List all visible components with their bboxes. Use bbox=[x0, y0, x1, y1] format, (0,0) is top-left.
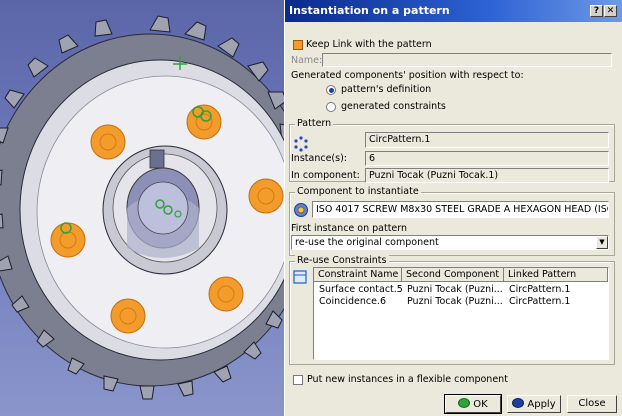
flexible-component-label: Put new instances in a flexible componen… bbox=[307, 374, 508, 385]
instantiation-dialog: Instantiation on a pattern ? ✕ Keep Link… bbox=[284, 0, 622, 416]
ok-icon bbox=[458, 398, 471, 408]
table-row[interactable]: Surface contact.5 bbox=[316, 284, 402, 296]
col-linked-pattern[interactable]: Linked Pattern bbox=[504, 268, 608, 282]
component-icon bbox=[294, 203, 308, 217]
in-component-label: In component: bbox=[291, 170, 360, 181]
component-group-title: Component to instantiate bbox=[295, 186, 421, 197]
ok-button[interactable]: OK bbox=[444, 394, 502, 414]
dialog-title: Instantiation on a pattern bbox=[289, 4, 450, 17]
keep-link-checkbox[interactable] bbox=[293, 40, 303, 50]
gear-model[interactable] bbox=[0, 0, 284, 416]
table-row[interactable]: Puzni Tocak (Puzni... bbox=[404, 284, 504, 296]
chevron-down-icon[interactable]: ▼ bbox=[596, 236, 608, 249]
table-row[interactable]: Puzni Tocak (Puzni... bbox=[404, 296, 504, 308]
close-label: Close bbox=[578, 398, 606, 409]
apply-button[interactable]: Apply bbox=[507, 395, 561, 413]
first-instance-value: re-use the original component bbox=[295, 237, 439, 248]
dialog-title-bar[interactable]: Instantiation on a pattern ? ✕ bbox=[285, 0, 622, 22]
help-button[interactable]: ? bbox=[590, 5, 603, 17]
radio-pattern-definition[interactable] bbox=[326, 85, 336, 95]
close-window-button[interactable]: ✕ bbox=[604, 5, 617, 17]
instances-label: Instance(s): bbox=[291, 153, 347, 164]
bolt-6 bbox=[50, 222, 86, 258]
close-button[interactable]: Close bbox=[567, 395, 617, 413]
pattern-name-field[interactable]: CircPattern.1 bbox=[365, 132, 609, 148]
radio-generated-constraints-label: generated constraints bbox=[341, 101, 446, 112]
table-row[interactable]: CircPattern.1 bbox=[506, 284, 606, 296]
table-row[interactable]: Coincidence.6 bbox=[316, 296, 402, 308]
col-second-component[interactable]: Second Component bbox=[402, 268, 504, 282]
in-component-field: Puzni Tocak (Puzni Tocak.1) bbox=[365, 168, 609, 183]
name-field[interactable] bbox=[322, 53, 612, 67]
table-row[interactable]: CircPattern.1 bbox=[506, 296, 606, 308]
radio-generated-constraints[interactable] bbox=[326, 102, 336, 112]
col-constraint-name[interactable]: Constraint Name bbox=[314, 268, 402, 282]
bolt-5 bbox=[110, 298, 146, 334]
pattern-group-title: Pattern bbox=[295, 118, 334, 129]
ok-label: OK bbox=[473, 399, 488, 410]
position-prompt: Generated components' position with resp… bbox=[291, 70, 524, 81]
reuse-constraints-table[interactable]: Constraint Name Second Component Linked … bbox=[313, 267, 609, 360]
component-field[interactable]: ISO 4017 SCREW M8x30 STEEL GRADE A HEXAG… bbox=[312, 201, 609, 218]
apply-label: Apply bbox=[527, 399, 556, 410]
keep-link-label: Keep Link with the pattern bbox=[306, 39, 432, 50]
bolt-4 bbox=[208, 276, 244, 312]
name-label: Name: bbox=[291, 55, 323, 66]
radio-pattern-definition-label: pattern's definition bbox=[341, 84, 432, 95]
constraint-table-icon bbox=[293, 270, 307, 284]
bolt-2 bbox=[186, 104, 222, 140]
reuse-group-title: Re-use Constraints bbox=[295, 255, 389, 266]
bolt-1 bbox=[90, 124, 126, 160]
instances-field: 6 bbox=[365, 151, 609, 166]
gear-hub bbox=[102, 145, 228, 275]
flexible-component-checkbox[interactable] bbox=[293, 375, 303, 385]
apply-icon bbox=[512, 398, 525, 408]
first-instance-label: First instance on pattern bbox=[291, 223, 408, 234]
circular-pattern-icon bbox=[294, 136, 308, 152]
3d-viewport[interactable] bbox=[0, 0, 284, 416]
bolt-3 bbox=[248, 178, 284, 214]
first-instance-select[interactable]: re-use the original component bbox=[291, 235, 609, 250]
